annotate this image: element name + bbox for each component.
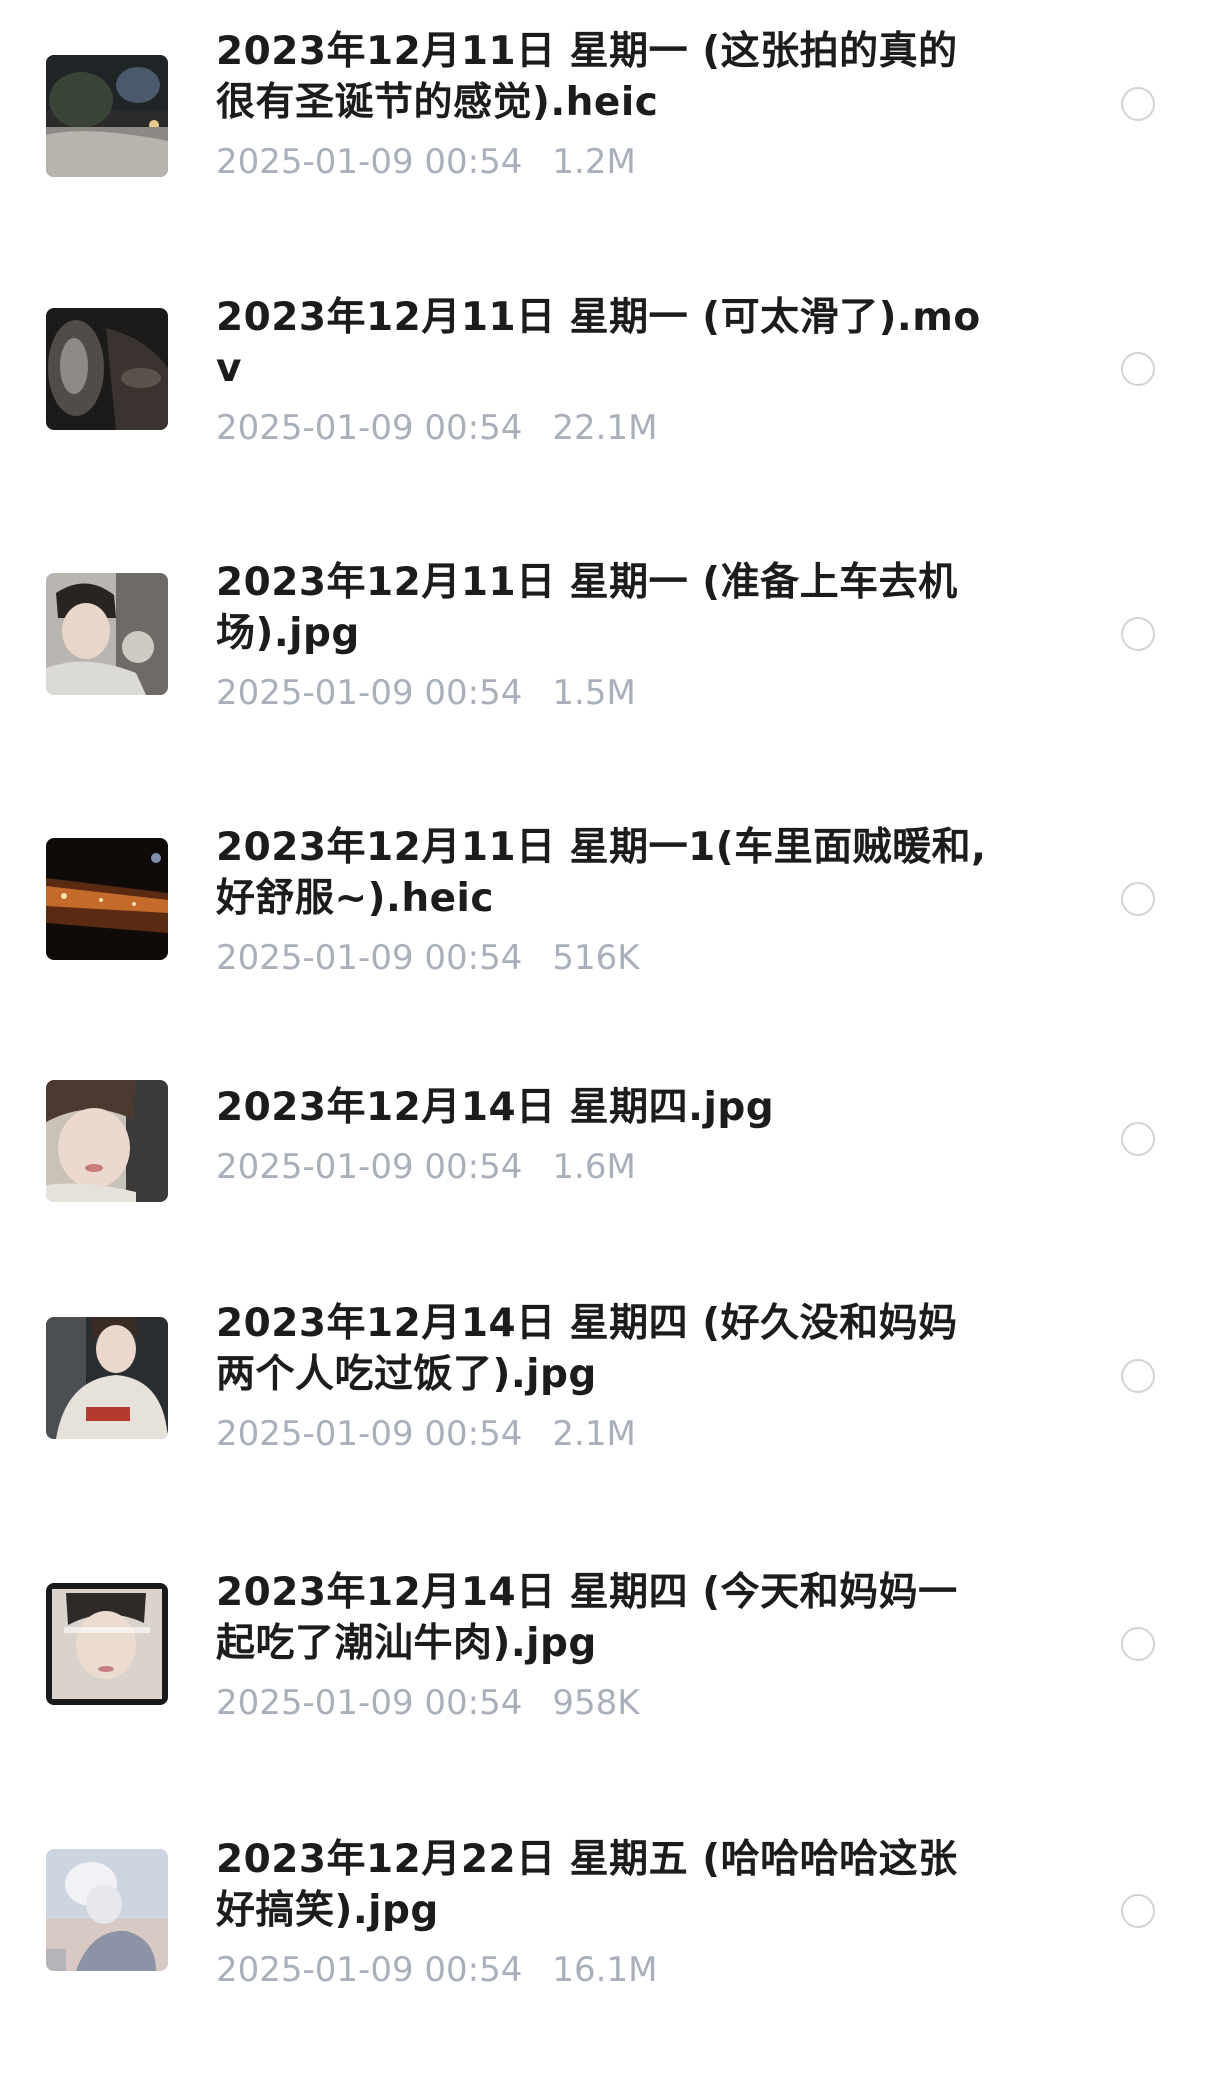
file-row[interactable]: 2023年12月11日 星期一 (可太滑了).mov 2025-01-09 00… (0, 265, 1206, 530)
hoodie-selfie-thumbnail (46, 1317, 168, 1439)
select-radio[interactable] (1121, 1359, 1155, 1393)
file-meta: 2025-01-09 00:54 1.2M (216, 142, 996, 182)
file-info: 2023年12月11日 星期一 (这张拍的真的很有圣诞节的感觉).heic 20… (216, 26, 996, 182)
file-row[interactable]: 2023年12月11日 星期一 (这张拍的真的很有圣诞节的感觉).heic 20… (0, 0, 1206, 265)
file-size: 1.6M (552, 1147, 636, 1187)
file-list: 2023年12月11日 星期一 (这张拍的真的很有圣诞节的感觉).heic 20… (0, 0, 1206, 2013)
selfie-in-car-thumbnail (46, 573, 168, 695)
file-name: 2023年12月11日 星期一 (可太滑了).mov (216, 295, 981, 391)
file-size: 516K (552, 938, 640, 978)
file-meta: 2025-01-09 00:54 2.1M (216, 1414, 996, 1454)
file-row[interactable]: 2023年12月14日 星期四 (今天和妈妈一起吃了潮汕牛肉).jpg 2025… (0, 1560, 1206, 1825)
file-info: 2023年12月14日 星期四 (今天和妈妈一起吃了潮汕牛肉).jpg 2025… (216, 1567, 996, 1723)
file-info: 2023年12月11日 星期一 (准备上车去机场).jpg 2025-01-09… (216, 557, 996, 713)
file-meta: 2025-01-09 00:54 1.5M (216, 673, 996, 713)
file-date: 2025-01-09 00:54 (216, 673, 523, 713)
select-radio[interactable] (1121, 1627, 1155, 1661)
file-name: 2023年12月11日 星期一1(车里面贼暖和,好舒服~).heic (216, 825, 987, 921)
file-date: 2025-01-09 00:54 (216, 1414, 523, 1454)
file-name: 2023年12月11日 星期一 (准备上车去机场).jpg (216, 560, 958, 656)
file-name: 2023年12月14日 星期四 (好久没和妈妈两个人吃过饭了).jpg (216, 1301, 958, 1397)
file-size: 1.5M (552, 673, 636, 713)
select-radio[interactable] (1121, 87, 1155, 121)
file-row[interactable]: 2023年12月14日 星期四.jpg 2025-01-09 00:54 1.6M (0, 1060, 1206, 1325)
file-name: 2023年12月22日 星期五 (哈哈哈哈这张好搞笑).jpg (216, 1837, 958, 1933)
file-date: 2025-01-09 00:54 (216, 142, 523, 182)
file-name: 2023年12月11日 星期一 (这张拍的真的很有圣诞节的感觉).heic (216, 29, 958, 125)
file-date: 2025-01-09 00:54 (216, 1950, 523, 1990)
night-street-lights-thumbnail (46, 838, 168, 960)
file-name: 2023年12月14日 星期四 (今天和妈妈一起吃了潮汕牛肉).jpg (216, 1570, 958, 1666)
select-radio[interactable] (1121, 1122, 1155, 1156)
file-size: 2.1M (552, 1414, 636, 1454)
file-name: 2023年12月14日 星期四.jpg (216, 1085, 775, 1130)
file-date: 2025-01-09 00:54 (216, 1683, 523, 1723)
file-date: 2025-01-09 00:54 (216, 1147, 523, 1187)
select-radio[interactable] (1121, 882, 1155, 916)
file-row[interactable]: 2023年12月22日 星期五 (哈哈哈哈这张好搞笑).jpg 2025-01-… (0, 1825, 1206, 2090)
select-radio[interactable] (1121, 617, 1155, 651)
file-meta: 2025-01-09 00:54 22.1M (216, 408, 996, 448)
file-info: 2023年12月14日 星期四.jpg 2025-01-09 00:54 1.6M (216, 1082, 996, 1187)
file-meta: 2025-01-09 00:54 516K (216, 938, 996, 978)
file-row[interactable]: 2023年12月11日 星期一1(车里面贼暖和,好舒服~).heic 2025-… (0, 795, 1206, 1060)
framed-portrait-thumbnail (46, 1583, 168, 1705)
file-meta: 2025-01-09 00:54 958K (216, 1683, 996, 1723)
file-size: 1.2M (552, 142, 636, 182)
file-row[interactable]: 2023年12月14日 星期四 (好久没和妈妈两个人吃过饭了).jpg 2025… (0, 1295, 1206, 1560)
select-radio[interactable] (1121, 1894, 1155, 1928)
file-date: 2025-01-09 00:54 (216, 938, 523, 978)
file-date: 2025-01-09 00:54 (216, 408, 523, 448)
file-meta: 2025-01-09 00:54 16.1M (216, 1950, 996, 1990)
file-row[interactable]: 2023年12月11日 星期一 (准备上车去机场).jpg 2025-01-09… (0, 530, 1206, 795)
file-info: 2023年12月11日 星期一 (可太滑了).mov 2025-01-09 00… (216, 292, 996, 448)
file-info: 2023年12月22日 星期五 (哈哈哈哈这张好搞笑).jpg 2025-01-… (216, 1834, 996, 1990)
file-size: 958K (552, 1683, 640, 1723)
selfie-closeup-thumbnail (46, 1080, 168, 1202)
file-size: 22.1M (552, 408, 658, 448)
dark-video-thumbnail (46, 308, 168, 430)
select-radio[interactable] (1121, 352, 1155, 386)
snowy-garden-night-photo-thumbnail (46, 55, 168, 177)
file-info: 2023年12月14日 星期四 (好久没和妈妈两个人吃过饭了).jpg 2025… (216, 1298, 996, 1454)
file-info: 2023年12月11日 星期一1(车里面贼暖和,好舒服~).heic 2025-… (216, 822, 996, 978)
file-meta: 2025-01-09 00:54 1.6M (216, 1147, 996, 1187)
file-size: 16.1M (552, 1950, 658, 1990)
sky-smoke-photo-thumbnail (46, 1849, 168, 1971)
